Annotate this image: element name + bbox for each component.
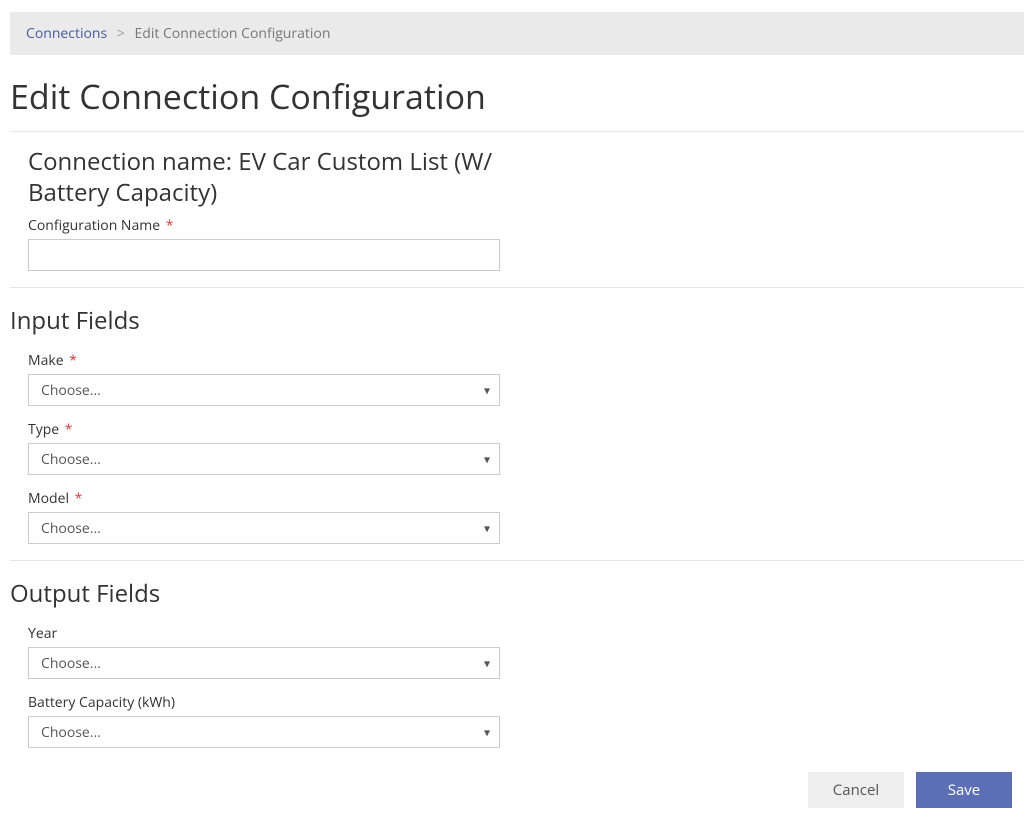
input-fields-heading: Input Fields [0,288,1034,343]
output-year-select[interactable]: Choose... [28,647,500,679]
config-name-label-text: Configuration Name [28,216,160,235]
input-model-label: Model * [28,489,1024,508]
cancel-button[interactable]: Cancel [808,772,904,808]
breadcrumb-current: Edit Connection Configuration [134,24,330,43]
connection-name-heading: Connection name: EV Car Custom List (W/ … [0,132,520,208]
connection-name-prefix: Connection name: [28,145,238,178]
input-make-label: Make * [28,351,1024,370]
input-model-label-text: Model [28,489,69,508]
input-type-select[interactable]: Choose... [28,443,500,475]
output-year-label: Year [28,624,1024,643]
output-battery-select[interactable]: Choose... [28,716,500,748]
input-model-group: Model * Choose... [0,481,1034,550]
input-make-select[interactable]: Choose... [28,374,500,406]
output-year-label-text: Year [28,624,57,643]
output-year-group: Year Choose... [0,616,1034,685]
output-battery-select-wrap: Choose... [28,716,500,748]
input-model-select[interactable]: Choose... [28,512,500,544]
breadcrumb: Connections > Edit Connection Configurat… [10,12,1024,55]
output-fields-heading: Output Fields [0,561,1034,616]
actions-row: Cancel Save [0,754,1034,826]
input-make-label-text: Make [28,351,64,370]
config-name-label: Configuration Name * [28,216,1024,235]
config-name-input[interactable] [28,239,500,271]
input-type-select-wrap: Choose... [28,443,500,475]
required-indicator: * [166,216,174,235]
output-battery-label: Battery Capacity (kWh) [28,693,1024,712]
input-make-group: Make * Choose... [0,343,1034,412]
input-type-label-text: Type [28,420,59,439]
output-battery-label-text: Battery Capacity (kWh) [28,693,175,712]
save-button[interactable]: Save [916,772,1012,808]
config-name-group: Configuration Name * [0,208,1034,277]
breadcrumb-separator: > [117,24,125,43]
required-indicator: * [69,351,77,370]
page-title: Edit Connection Configuration [0,55,1034,131]
input-model-select-wrap: Choose... [28,512,500,544]
output-year-select-wrap: Choose... [28,647,500,679]
required-indicator: * [75,489,83,508]
breadcrumb-link-connections[interactable]: Connections [26,24,107,43]
input-type-group: Type * Choose... [0,412,1034,481]
input-make-select-wrap: Choose... [28,374,500,406]
required-indicator: * [65,420,73,439]
input-type-label: Type * [28,420,1024,439]
output-battery-group: Battery Capacity (kWh) Choose... [0,685,1034,754]
